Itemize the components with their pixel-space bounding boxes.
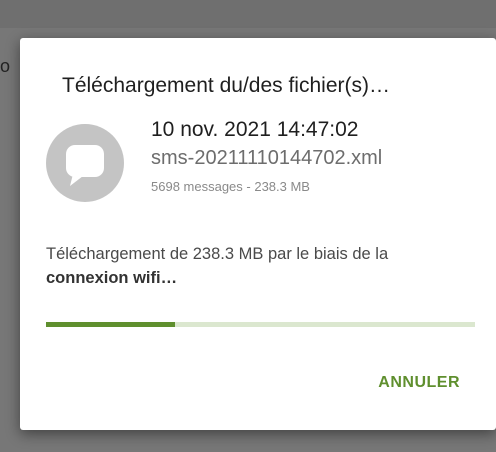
progress-bar: [46, 322, 475, 327]
file-date: 10 nov. 2021 14:47:02: [151, 118, 359, 141]
file-meta: 5698 messages - 238.3 MB: [151, 179, 310, 194]
status-message: Téléchargement de 238.3 MB par le biais …: [46, 242, 466, 290]
download-dialog: Téléchargement du/des fichier(s)… 10 nov…: [20, 38, 496, 430]
status-text: Téléchargement de 238.3 MB par le biais …: [46, 245, 389, 263]
file-name: sms-20211110144702.xml: [151, 147, 383, 169]
cancel-button[interactable]: ANNULER: [378, 374, 460, 392]
dialog-title: Téléchargement du/des fichier(s)…: [62, 74, 390, 97]
status-bar-area: [0, 0, 496, 28]
progress-fill: [46, 322, 175, 327]
status-text-bold: connexion wifi…: [46, 269, 178, 287]
background-text: o: [0, 56, 11, 76]
chat-bubble-icon: [46, 124, 124, 202]
